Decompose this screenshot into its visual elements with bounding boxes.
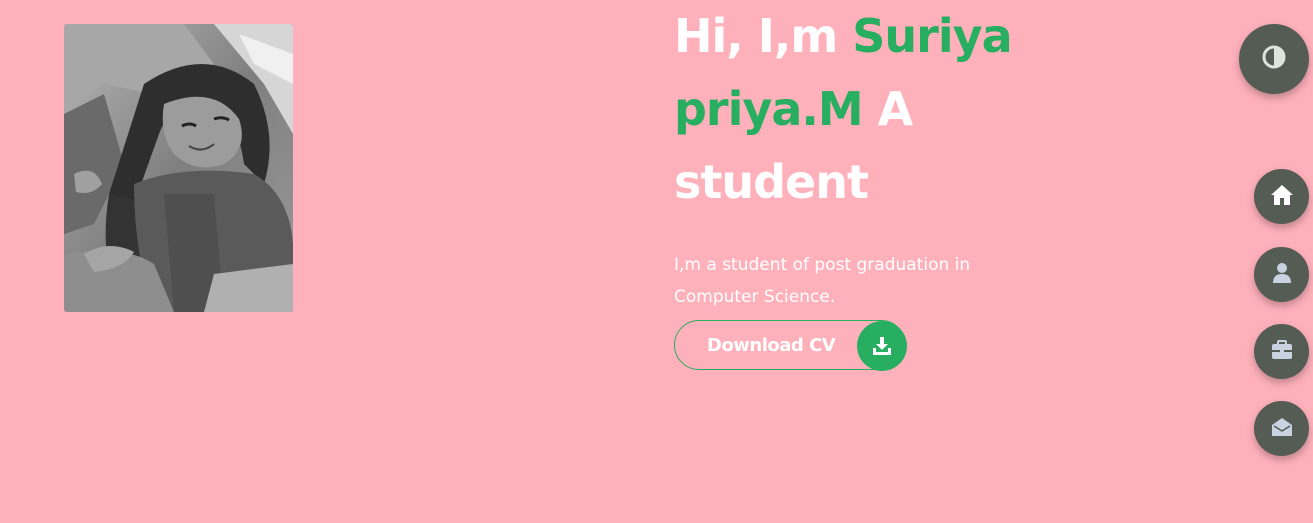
greeting-text: Hi, I,m bbox=[674, 9, 853, 63]
nav-home-button[interactable] bbox=[1254, 169, 1309, 224]
home-section: Hi, I,m Suriya priya.M A student I,m a s… bbox=[0, 0, 1313, 523]
hero-description: I,m a student of post graduation in Comp… bbox=[674, 255, 971, 307]
contrast-icon bbox=[1262, 45, 1286, 73]
download-icon bbox=[857, 321, 907, 371]
download-cv-label: Download CV bbox=[707, 334, 836, 356]
nav-portfolio-button[interactable] bbox=[1254, 324, 1309, 379]
home-icon bbox=[1270, 184, 1294, 210]
download-cv-button[interactable]: Download CV bbox=[674, 320, 907, 371]
theme-toggle-button[interactable] bbox=[1239, 24, 1309, 94]
nav-contact-button[interactable] bbox=[1254, 401, 1309, 456]
hero-heading: Hi, I,m Suriya priya.M A student bbox=[674, 0, 1094, 219]
nav-about-button[interactable] bbox=[1254, 247, 1309, 302]
briefcase-icon bbox=[1271, 339, 1293, 364]
envelope-open-icon bbox=[1271, 417, 1293, 441]
profile-photo bbox=[64, 24, 293, 312]
user-icon bbox=[1272, 262, 1292, 288]
hero-intro: Hi, I,m Suriya priya.M A student I,m a s… bbox=[674, 0, 1094, 313]
